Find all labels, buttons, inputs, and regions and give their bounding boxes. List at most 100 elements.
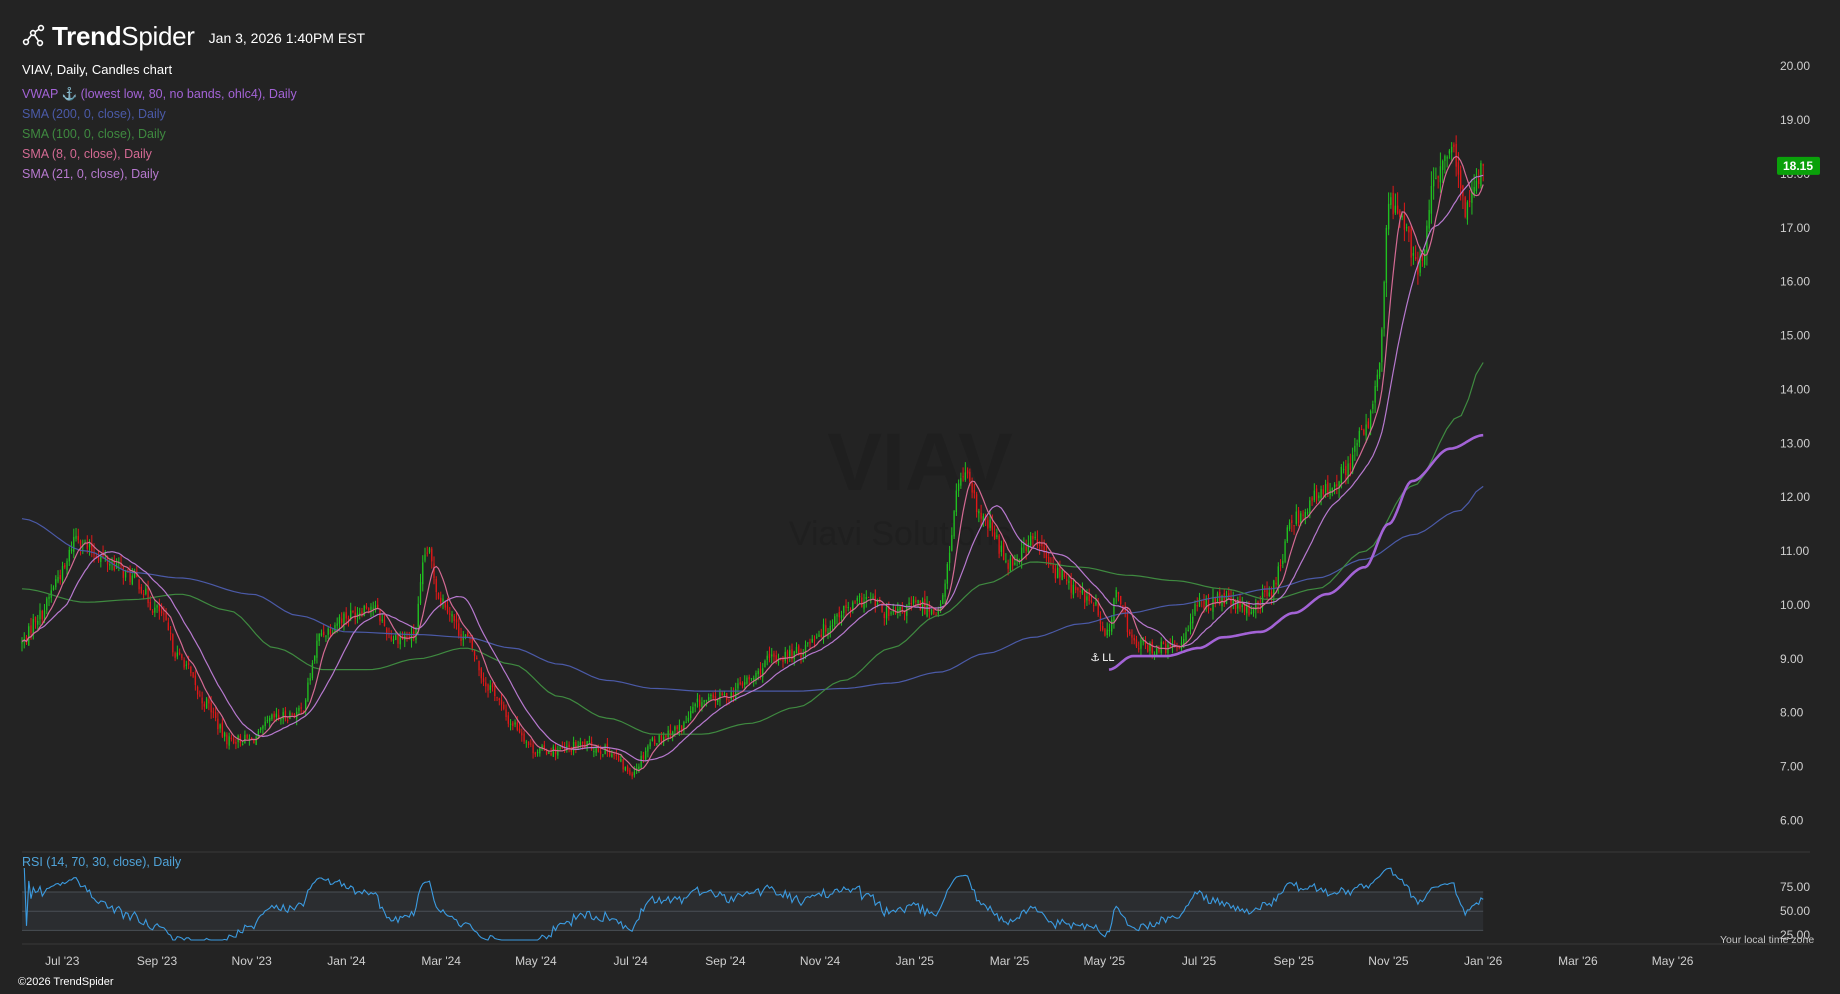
candle-body (372, 607, 374, 609)
candle-body (813, 639, 816, 641)
candle-body (149, 601, 152, 610)
candle-body (1446, 157, 1448, 159)
candle-body (1126, 612, 1129, 633)
candle-body (347, 618, 350, 620)
y-tick-label: 17.00 (1780, 221, 1810, 235)
candle-body (883, 613, 885, 619)
x-tick-label: Jul '24 (613, 954, 648, 968)
candle-body (728, 700, 730, 702)
candle-body (615, 755, 618, 757)
candle-body (1385, 227, 1388, 283)
candle-body (419, 582, 422, 604)
candle-body (696, 698, 699, 703)
candle-body (221, 722, 224, 737)
candle-body (52, 587, 55, 590)
x-tick-label: Jan '24 (327, 954, 366, 968)
candle-body (1457, 162, 1460, 175)
candle-body (363, 605, 365, 617)
candle-body (1374, 385, 1376, 403)
candle-body (676, 726, 678, 730)
candle-body (431, 548, 433, 562)
candle-body (1106, 629, 1108, 636)
candle-body (1270, 591, 1273, 597)
candle-body (491, 683, 494, 688)
candle-body (516, 722, 518, 730)
candle-body (656, 743, 658, 745)
x-tick-label: Mar '24 (421, 954, 461, 968)
candle-body (638, 766, 640, 770)
candle-body (1014, 562, 1016, 565)
candle-body (996, 535, 998, 537)
candle-body (1266, 589, 1268, 597)
candle-body (899, 606, 901, 612)
candle-body (57, 576, 59, 582)
candle-body (721, 693, 723, 696)
candle-body (660, 735, 663, 742)
candle-body (622, 759, 624, 770)
candle-body (1239, 599, 1241, 609)
candle-body (1311, 497, 1313, 501)
candle-body (701, 702, 703, 708)
rsi-tick-label: 75.00 (1780, 880, 1810, 894)
candle-body (1394, 205, 1397, 213)
candle-body (865, 597, 867, 600)
candle-body (953, 511, 955, 537)
candle-body (480, 668, 482, 679)
candle-body (1275, 582, 1277, 585)
candle-body (926, 604, 928, 617)
candle-body (122, 567, 124, 578)
candle-body (1264, 590, 1266, 593)
candle-body (88, 543, 91, 548)
candle-body (246, 734, 248, 739)
candle-body (766, 655, 768, 660)
candle-body (1210, 608, 1212, 610)
candle-body (1387, 203, 1390, 230)
x-tick-label: May '25 (1083, 954, 1125, 968)
candle-body (944, 583, 946, 597)
candle-body (169, 632, 172, 634)
candle-body (775, 655, 777, 661)
candle-body (647, 746, 649, 752)
candle-body (1277, 566, 1279, 586)
candle-body (712, 694, 714, 698)
candle-body (377, 604, 379, 608)
x-tick-label: Nov '25 (1368, 954, 1409, 968)
candle-body (692, 706, 694, 713)
candle-body (212, 711, 215, 713)
candle-body (318, 633, 320, 642)
candle-body (1252, 608, 1255, 614)
candle-body (507, 715, 509, 724)
candle-body (836, 614, 838, 617)
candle-body (687, 717, 690, 722)
candle-body (840, 615, 843, 619)
candle-body (1482, 164, 1484, 166)
candle-body (1102, 626, 1104, 630)
candle-body (1135, 639, 1138, 647)
candle-body (298, 707, 300, 711)
candle-body (512, 722, 514, 726)
candle-body (253, 739, 255, 744)
x-tick-label: Mar '26 (1558, 954, 1598, 968)
candle-body (1005, 560, 1007, 562)
candle-body (505, 709, 507, 718)
candle-body (73, 536, 75, 552)
candle-body (1090, 600, 1093, 603)
candle-body (471, 637, 473, 649)
candle-body (829, 625, 831, 633)
candle-body (199, 694, 201, 696)
candle-body (455, 619, 458, 623)
candle-body (599, 751, 602, 754)
candle-body (345, 612, 347, 619)
candle-body (1372, 403, 1374, 409)
candle-body (1342, 469, 1345, 471)
candle-body (1011, 558, 1014, 566)
price-chart[interactable]: 6.00 7.00 8.00 9.00 10.00 11.00 12.00 13.00 14.0… (0, 0, 1840, 994)
candle-body (1061, 570, 1063, 580)
candle-body (1356, 443, 1358, 446)
anchor-label: LL (1102, 652, 1114, 664)
candle-body (593, 751, 595, 753)
candle-body (1020, 547, 1023, 561)
candle-body (595, 747, 597, 753)
candle-body (266, 720, 269, 722)
x-tick-label: May '24 (515, 954, 557, 968)
